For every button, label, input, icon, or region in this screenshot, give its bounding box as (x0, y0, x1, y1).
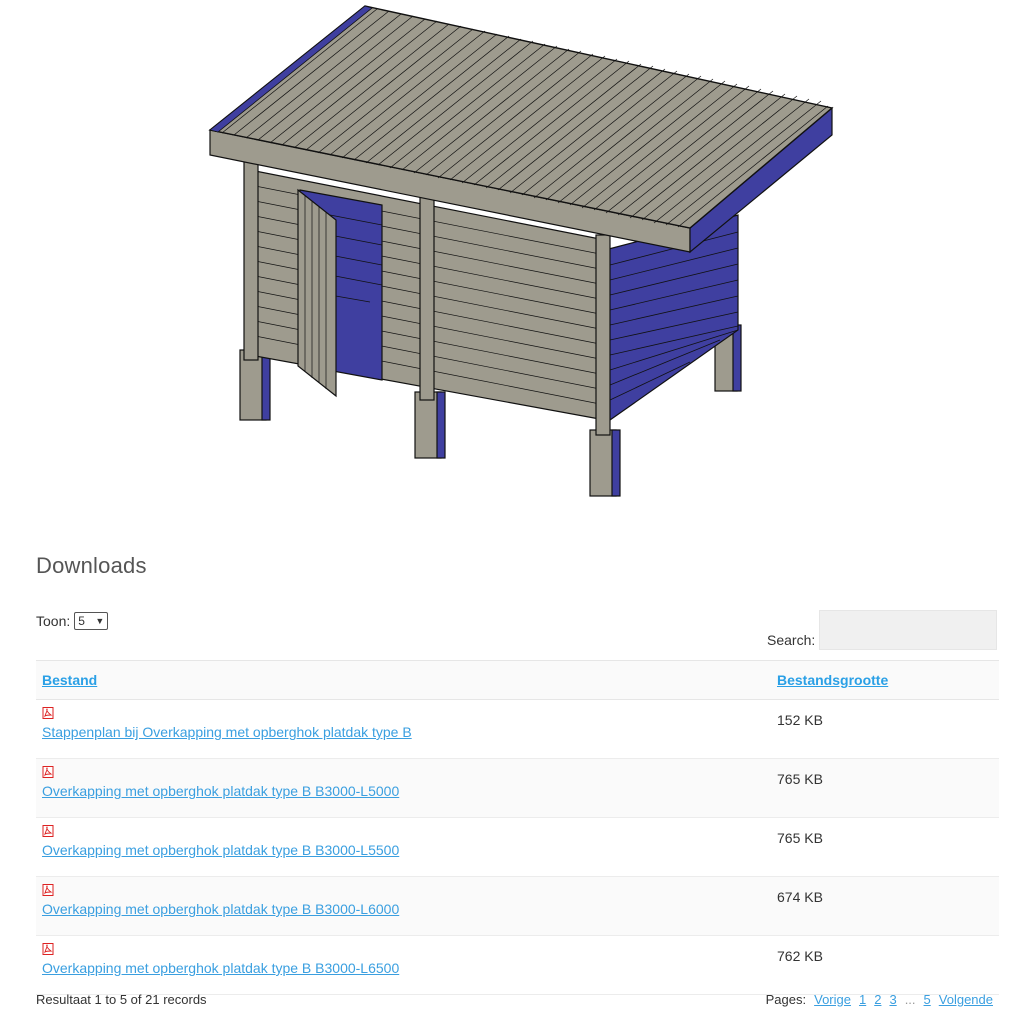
pdf-icon (42, 765, 54, 778)
downloads-table: Bestand Bestandsgrootte Stappenplan bij … (36, 660, 999, 995)
page-3-link[interactable]: 3 (889, 992, 896, 1007)
table-row: Stappenplan bij Overkapping met opbergho… (36, 699, 999, 759)
search-label: Search: (767, 632, 816, 648)
pdf-icon (42, 706, 54, 719)
file-cell: Overkapping met opberghok platdak type B… (36, 817, 771, 877)
result-info: Resultaat 1 to 5 of 21 records (36, 992, 207, 1007)
table-row: Overkapping met opberghok platdak type B… (36, 817, 999, 877)
sort-by-size-link[interactable]: Bestandsgrootte (777, 672, 888, 688)
file-cell: Overkapping met opberghok platdak type B… (36, 758, 771, 818)
sort-by-file-link[interactable]: Bestand (42, 672, 97, 688)
file-link[interactable]: Overkapping met opberghok platdak type B… (42, 842, 765, 858)
pdf-icon (42, 883, 54, 896)
next-page-link[interactable]: Volgende (939, 992, 993, 1007)
file-size: 765 KB (771, 817, 999, 877)
table-header-row: Bestand Bestandsgrootte (36, 660, 999, 700)
file-cell: Overkapping met opberghok platdak type B… (36, 876, 771, 936)
pdf-icon (42, 942, 54, 955)
search-input[interactable] (819, 610, 998, 650)
file-link[interactable]: Overkapping met opberghok platdak type B… (42, 901, 765, 917)
table-row: Overkapping met opberghok platdak type B… (36, 935, 999, 995)
file-size: 674 KB (771, 876, 999, 936)
column-header-file[interactable]: Bestand (36, 660, 771, 700)
file-size: 765 KB (771, 758, 999, 818)
table-row: Overkapping met opberghok platdak type B… (36, 758, 999, 818)
file-cell: Stappenplan bij Overkapping met opbergho… (36, 699, 771, 759)
file-link[interactable]: Overkapping met opberghok platdak type B… (42, 783, 765, 799)
shed-drawing (208, 5, 834, 497)
downloads-title: Downloads (36, 553, 147, 578)
pagination-ellipsis: ... (904, 992, 916, 1007)
page-2-link[interactable]: 2 (874, 992, 881, 1007)
file-size: 762 KB (771, 935, 999, 995)
page-length-select[interactable]: 5 ▼ (74, 612, 109, 630)
column-header-size[interactable]: Bestandsgrootte (771, 660, 999, 700)
toon-label: Toon: (36, 613, 71, 629)
page-1-link[interactable]: 1 (859, 992, 866, 1007)
page-5-link[interactable]: 5 (924, 992, 931, 1007)
page-length-value: 5 (78, 614, 85, 628)
page-length-control: Toon: 5 ▼ (36, 612, 109, 630)
file-size: 152 KB (771, 699, 999, 759)
search-control: Search: (767, 610, 998, 650)
pages-label: Pages: (765, 992, 807, 1007)
pagination: Pages: Vorige 1 2 3 ... 5 Volgende (766, 992, 993, 1007)
file-link[interactable]: Stappenplan bij Overkapping met opbergho… (42, 724, 765, 740)
shed-illustration (0, 0, 1010, 520)
file-cell: Overkapping met opberghok platdak type B… (36, 935, 771, 995)
previous-page-link[interactable]: Vorige (814, 992, 851, 1007)
file-link[interactable]: Overkapping met opberghok platdak type B… (42, 960, 765, 976)
table-row: Overkapping met opberghok platdak type B… (36, 876, 999, 936)
chevron-down-icon: ▼ (95, 616, 105, 626)
pdf-icon (42, 824, 54, 837)
